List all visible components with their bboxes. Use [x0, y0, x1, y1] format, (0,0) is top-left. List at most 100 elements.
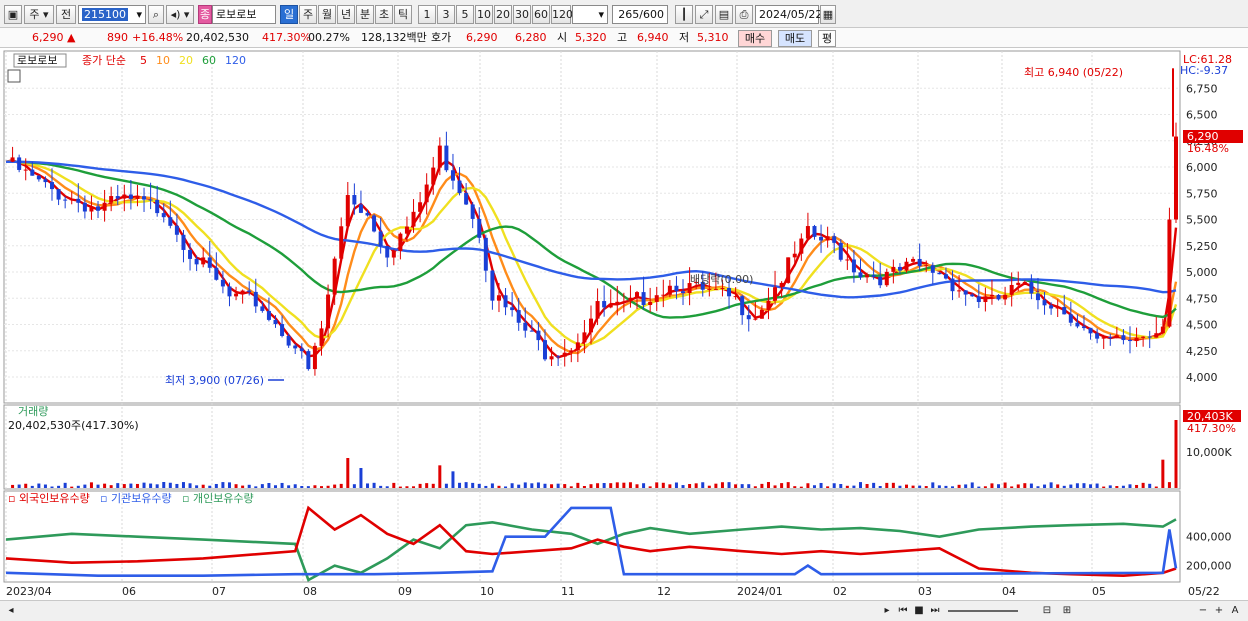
month-label: 03: [918, 585, 932, 598]
calendar-icon[interactable]: ▦: [820, 5, 836, 24]
count-field[interactable]: 265/600: [612, 5, 668, 24]
search-icon[interactable]: ⌕: [148, 5, 164, 24]
period-button[interactable]: 분: [356, 5, 374, 24]
save-icon[interactable]: ▤: [715, 5, 733, 24]
window-icon[interactable]: ▣: [4, 5, 22, 24]
interval-button[interactable]: 30: [513, 5, 531, 24]
interval-button[interactable]: 60: [532, 5, 550, 24]
buy-button[interactable]: 매수: [738, 30, 772, 47]
candle-body: [181, 234, 186, 250]
candle-icon[interactable]: ┃: [675, 5, 693, 24]
candle-body: [1154, 333, 1159, 338]
interval-button[interactable]: 20: [494, 5, 512, 24]
price-tick: 5,000: [1186, 266, 1218, 279]
tile-icon[interactable]: ⊞: [1060, 604, 1074, 618]
volume-bar: [964, 484, 968, 488]
sell-button[interactable]: 매도: [778, 30, 812, 47]
volume-bar: [359, 468, 363, 488]
candle-body: [635, 292, 640, 298]
period-button[interactable]: 년: [337, 5, 355, 24]
volume-bar: [37, 483, 41, 488]
forward-icon[interactable]: ⏭: [928, 604, 942, 618]
interval-button[interactable]: 120: [551, 5, 573, 24]
candle-body: [286, 335, 291, 346]
volume-bar: [885, 482, 889, 488]
interval-button[interactable]: 10: [475, 5, 493, 24]
candle-body: [188, 249, 193, 259]
candle-body: [398, 233, 403, 251]
interval-button[interactable]: 5: [456, 5, 474, 24]
volume-bar: [418, 483, 422, 488]
volume-bar: [510, 483, 514, 488]
volume-bar: [924, 486, 928, 488]
volume-bar: [747, 484, 751, 488]
price-chart[interactable]: 2023/04 06 07 08 09 10 11 12 2024/01 02 03 04 05 05/2…: [0, 49, 1248, 600]
candle-body: [681, 291, 686, 294]
stop-icon[interactable]: ■: [912, 604, 926, 618]
candle-body: [260, 306, 265, 311]
zoom-out-icon[interactable]: −: [1196, 604, 1210, 618]
volume-bar: [668, 484, 672, 488]
print-icon[interactable]: ⎙: [735, 5, 753, 24]
layout-icon[interactable]: ⊟: [1040, 604, 1054, 618]
date-field[interactable]: 2024/05/22: [755, 5, 822, 24]
interval-button[interactable]: 3: [437, 5, 455, 24]
candle-body: [89, 206, 94, 212]
volume-bar: [109, 485, 113, 488]
candle-body: [865, 275, 870, 278]
interval-button[interactable]: 1: [418, 5, 436, 24]
candle-body: [234, 293, 239, 297]
volume-bar: [1128, 484, 1132, 488]
candle-body: [1035, 293, 1040, 301]
candle-body: [1022, 281, 1027, 283]
candle-body: [207, 257, 212, 268]
spacer-field[interactable]: ▾: [572, 5, 608, 24]
period-button[interactable]: 초: [375, 5, 393, 24]
candle-body: [339, 226, 344, 259]
code-input[interactable]: 215100 ▾: [78, 5, 146, 24]
volume-bar: [858, 482, 862, 488]
scroll-left-icon[interactable]: ◂: [4, 604, 18, 618]
volume-bar: [523, 482, 527, 488]
period-button[interactable]: 월: [318, 5, 336, 24]
period-type-select[interactable]: 주 ▾: [24, 5, 54, 24]
last-pct-label: 16.48%: [1187, 142, 1229, 155]
candle-body: [615, 301, 620, 304]
rewind-icon[interactable]: ⏮: [896, 604, 910, 618]
period-button[interactable]: 일: [280, 5, 298, 24]
candle-body: [1160, 326, 1165, 334]
stock-name-field[interactable]: 로보로보: [212, 5, 276, 24]
volume-bar: [957, 484, 961, 488]
candle-body: [464, 193, 469, 205]
event-annotation: 배당락(0.00): [690, 273, 753, 286]
volume-bar: [766, 482, 770, 488]
volume-bar: [490, 483, 494, 488]
volume-bar: [1029, 483, 1033, 488]
volume-bar: [806, 483, 810, 488]
candle-body: [1108, 337, 1113, 339]
chart-scrollbar[interactable]: ◂ ▸ ⏮ ■ ⏭ ⊟ ⊞ − + A: [0, 600, 1248, 621]
zoom-slider[interactable]: [948, 610, 1018, 612]
font-size-icon[interactable]: A: [1228, 604, 1242, 618]
candle-body: [319, 328, 324, 346]
volume-bar: [872, 482, 876, 488]
period-button[interactable]: 주: [299, 5, 317, 24]
volume-bar: [1115, 486, 1119, 488]
volume-bar: [865, 484, 869, 488]
zoom-in-icon[interactable]: +: [1212, 604, 1226, 618]
speaker-icon[interactable]: ◂) ▾: [166, 5, 194, 24]
volume-bar: [1082, 483, 1086, 488]
prev-button[interactable]: 전: [56, 5, 76, 24]
candle-body: [897, 266, 902, 271]
candle-body: [50, 182, 55, 190]
even-button[interactable]: 평: [818, 30, 836, 47]
volume-bar: [444, 483, 448, 488]
candle-body: [1121, 335, 1126, 341]
price-tick: 4,000: [1186, 371, 1218, 384]
candle-body: [280, 324, 285, 336]
scroll-right-icon[interactable]: ▸: [880, 604, 894, 618]
high-price: 6,940: [637, 31, 669, 44]
volume-bar: [1095, 483, 1099, 488]
line-icon[interactable]: ⤢: [695, 5, 713, 24]
period-button[interactable]: 틱: [394, 5, 412, 24]
